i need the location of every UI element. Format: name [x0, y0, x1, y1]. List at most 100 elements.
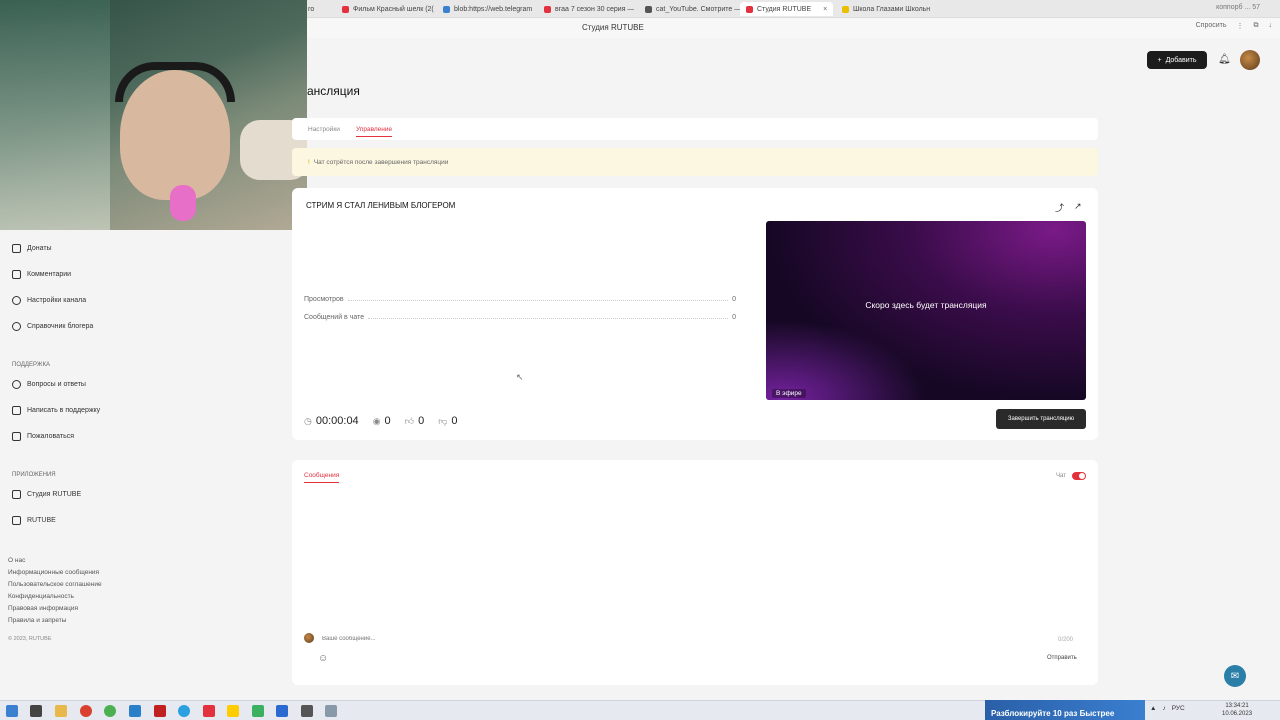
start-icon[interactable]: [6, 705, 18, 717]
finish-stream-button[interactable]: Завершить трансляцию: [996, 409, 1086, 429]
opera-icon[interactable]: [80, 705, 92, 717]
question-icon: [12, 380, 21, 389]
apps-heading: Приложения: [12, 472, 56, 478]
avatar[interactable]: [1240, 50, 1260, 70]
add-button[interactable]: + Добавить: [1147, 51, 1207, 69]
telegram-icon[interactable]: [178, 705, 190, 717]
browser-tab[interactable]: Фильм Красный шелк (2(: [342, 2, 434, 16]
sidebar-item-comments[interactable]: Комментарии: [12, 270, 71, 279]
word-icon[interactable]: [276, 705, 288, 717]
yandex-browser-icon[interactable]: [227, 705, 239, 717]
chat-message-input[interactable]: [322, 636, 1078, 642]
send-button[interactable]: Отправить: [1047, 655, 1077, 661]
bell-icon[interactable]: 🔔︎: [1218, 54, 1231, 66]
chrome-icon[interactable]: [104, 705, 116, 717]
browser-tab[interactable]: cat_YouTube. Смотрите —: [645, 2, 741, 16]
warning-icon: !: [308, 158, 310, 166]
tab-favicon-icon: [443, 5, 450, 13]
browser-tab[interactable]: Школа Глазами Школьн: [842, 2, 930, 16]
chat-panel: [292, 460, 1098, 685]
sidebar-item-blogger-guide[interactable]: Справочник блогера: [12, 322, 93, 331]
share-icon[interactable]: ⤴: [1055, 201, 1064, 214]
ask-button[interactable]: Спросить: [1196, 22, 1227, 30]
tab-favicon-icon: [342, 5, 349, 13]
eye-icon: ◉: [372, 415, 381, 426]
stream-title: стрим я стал ленивым блогером: [306, 201, 456, 210]
yandex-icon[interactable]: [203, 705, 215, 717]
app-icon[interactable]: [154, 705, 166, 717]
store-icon[interactable]: [129, 705, 141, 717]
tab-messages[interactable]: Сообщения: [304, 472, 340, 483]
gear-icon: [12, 296, 21, 305]
page-title: ансляция: [307, 84, 360, 98]
footer-link-rules[interactable]: Правила и запреты: [8, 617, 66, 624]
flag-icon: [12, 432, 21, 441]
stream-player[interactable]: Скоро здесь будет трансляция В эфире: [766, 221, 1086, 400]
sidebar-item-faq[interactable]: Вопросы и ответы: [12, 380, 86, 389]
network-icon[interactable]: ▲: [1150, 705, 1156, 712]
duration: ◷ 00:00:04: [304, 415, 359, 427]
chat-toggle-label: Чат: [1056, 473, 1066, 479]
copyright: © 2023, RUTUBE: [8, 636, 52, 642]
comment-icon: [12, 270, 21, 279]
tab-favicon-icon: [746, 5, 753, 13]
footer-link-legal[interactable]: Правовая информация: [8, 605, 78, 612]
footer-link-privacy[interactable]: Конфиденциальность: [8, 593, 74, 600]
info-icon: [12, 322, 21, 331]
browser-tab[interactable]: го: [308, 2, 314, 16]
thumbs-down-icon: 👎︎: [438, 415, 448, 426]
browser-tab[interactable]: blob:https://web.telegram: [443, 2, 532, 16]
sidebar-item-donations[interactable]: Донаты: [12, 244, 52, 253]
menu-icon[interactable]: ⋮: [1237, 22, 1244, 30]
mouse-cursor-icon: ↖: [516, 372, 524, 382]
language-indicator[interactable]: РУС: [1172, 705, 1185, 712]
settings-icon[interactable]: [301, 705, 313, 717]
sidebar-item-studio[interactable]: Студия RUTUBE: [12, 490, 81, 499]
download-icon[interactable]: ↓: [1269, 22, 1273, 30]
tab-management[interactable]: Управление: [356, 126, 393, 137]
footer-link-info[interactable]: Информационные сообщения: [8, 569, 99, 576]
app-icon[interactable]: [252, 705, 264, 717]
task-view-icon[interactable]: [30, 705, 42, 717]
viewers-count: ◉ 0: [372, 415, 391, 427]
help-chat-icon[interactable]: ✉: [1224, 665, 1246, 687]
sidebar-item-report[interactable]: Пожаловаться: [12, 432, 74, 441]
likes-count: 👍︎ 0: [404, 415, 425, 427]
stream-actions: ⤴ ↗: [1055, 201, 1082, 214]
tab-info: коппорб ... 57: [1216, 4, 1260, 11]
tab-favicon-icon: [842, 5, 849, 13]
sidebar-item-rutube[interactable]: RUTUBE: [12, 516, 56, 525]
extensions-icon[interactable]: ⧉: [1254, 22, 1259, 30]
obs-icon[interactable]: [325, 705, 337, 717]
close-tab-icon[interactable]: ×: [823, 6, 827, 13]
webcam-overlay: [0, 0, 307, 230]
vpn-ad-banner[interactable]: Разблокируйте 10 раз Быстрее: [985, 700, 1145, 720]
tab-favicon-icon: [544, 5, 551, 13]
footer-link-about[interactable]: О нас: [8, 557, 25, 564]
external-link-icon[interactable]: ↗: [1074, 201, 1082, 214]
stream-metrics: ◷ 00:00:04 ◉ 0 👍︎ 0 👎︎ 0: [304, 415, 457, 427]
rutube-icon: [12, 516, 21, 525]
support-heading: Поддержка: [12, 362, 50, 368]
chat-toggle[interactable]: [1072, 472, 1086, 480]
browser-tab[interactable]: вгаа 7 сезон 30 серия —: [544, 2, 634, 16]
emoji-icon[interactable]: ☺: [318, 653, 328, 664]
chat-char-counter: 0/200: [1058, 637, 1074, 643]
volume-icon[interactable]: ♪: [1162, 705, 1165, 712]
browser-tab-active[interactable]: Студия RUTUBE ×: [740, 2, 834, 16]
dislikes-count: 👎︎ 0: [438, 415, 458, 427]
sidebar-item-contact-support[interactable]: Написать в поддержку: [12, 406, 100, 415]
stream-tabs: Настройки Управление: [292, 118, 1098, 140]
footer-link-terms[interactable]: Пользовательское соглашение: [8, 581, 102, 588]
chat-notice: ! Чат сотрётся после завершения трансляц…: [292, 148, 1098, 176]
thumbs-up-icon: 👍︎: [404, 415, 415, 426]
stat-views: Просмотров 0: [304, 296, 736, 303]
window-title: Студия RUTUBE: [582, 23, 644, 32]
mail-icon: [12, 406, 21, 415]
browser-actions: Спросить ⋮ ⧉ ↓: [1196, 22, 1272, 30]
tab-settings[interactable]: Настройки: [308, 126, 340, 133]
sidebar-item-channel-settings[interactable]: Настройки канала: [12, 296, 86, 305]
explorer-icon[interactable]: [55, 705, 67, 717]
system-clock[interactable]: 13:34:21 10.06.2023: [1222, 702, 1252, 718]
tab-favicon-icon: [645, 5, 652, 13]
